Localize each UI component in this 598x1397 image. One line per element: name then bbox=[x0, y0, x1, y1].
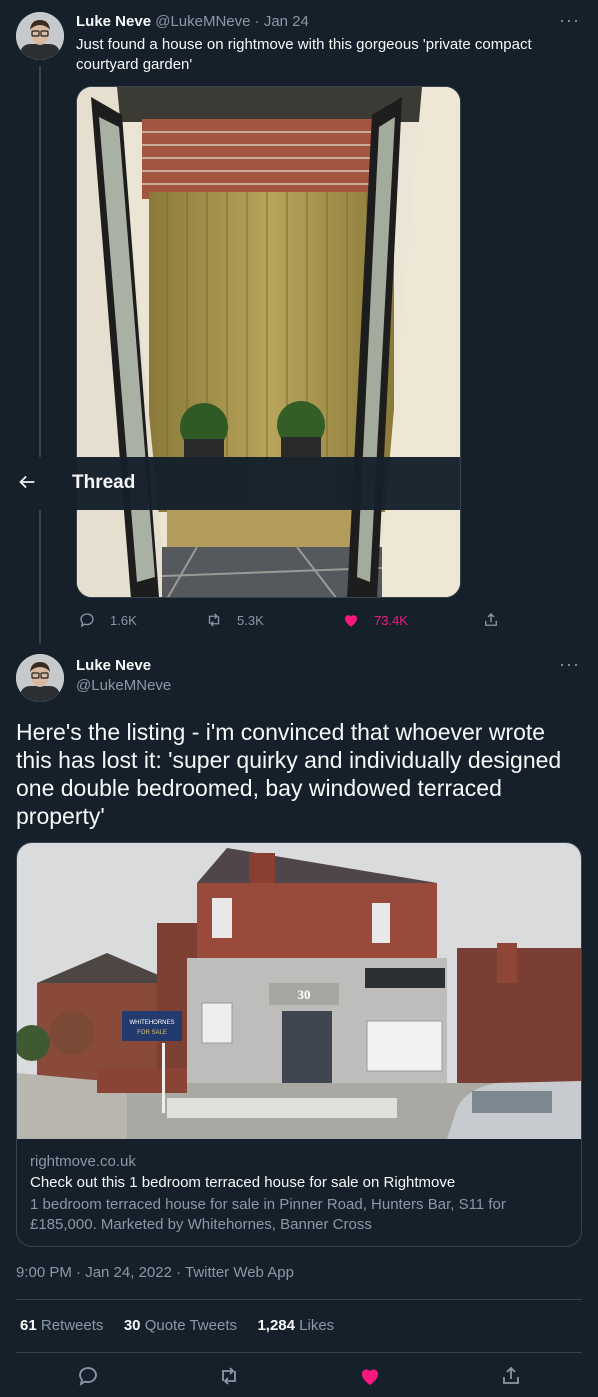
like-button[interactable]: 73.4K bbox=[342, 611, 408, 629]
more-options-icon[interactable]: ··· bbox=[559, 10, 580, 31]
retweet-icon bbox=[222, 1367, 236, 1385]
share-button[interactable] bbox=[499, 1364, 523, 1388]
like-count: 73.4K bbox=[374, 612, 408, 628]
tweet1-photo[interactable] bbox=[76, 86, 461, 598]
reply-button[interactable]: 1.6K bbox=[78, 611, 137, 629]
avatar-portrait-icon bbox=[16, 12, 64, 60]
tweet1-header: Luke Neve @LukeMNeve · Jan 24 bbox=[76, 13, 309, 30]
tweet1-date[interactable]: · Jan 24 bbox=[255, 13, 309, 30]
quote-tweets-count: 30 bbox=[123, 1317, 141, 1334]
retweets-label: Retweets bbox=[40, 1317, 104, 1334]
retweet-button[interactable] bbox=[217, 1364, 241, 1388]
card-description: 1 bedroom terraced house for sale in Pin… bbox=[30, 1196, 506, 1233]
tweet1-display-name[interactable]: Luke Neve bbox=[76, 13, 151, 30]
reply-icon bbox=[79, 1367, 97, 1386]
card-domain: rightmove.co.uk bbox=[30, 1153, 136, 1170]
quote-tweets-stat[interactable]: 30 Quote Tweets bbox=[124, 1317, 237, 1334]
likes-count: 1,284 bbox=[257, 1317, 295, 1334]
tweet2-text: Here's the listing - i'm convinced that … bbox=[16, 719, 562, 829]
house-listing-photo: WHITEHORNES FOR SALE 30 bbox=[17, 843, 581, 1139]
likes-label: Likes bbox=[299, 1317, 335, 1334]
courtyard-garden-photo bbox=[77, 87, 460, 597]
retweets-count: 61 bbox=[20, 1317, 37, 1334]
like-button[interactable] bbox=[358, 1364, 382, 1388]
avatar[interactable] bbox=[16, 654, 64, 702]
more-options-icon[interactable]: ··· bbox=[559, 654, 580, 675]
share-icon bbox=[503, 1366, 519, 1384]
reply-button[interactable] bbox=[76, 1364, 100, 1388]
retweet-count: 5.3K bbox=[237, 612, 264, 628]
tweet2-display-name[interactable]: Luke Neve bbox=[76, 657, 151, 674]
back-arrow-icon[interactable] bbox=[16, 471, 38, 493]
link-card[interactable]: WHITEHORNES FOR SALE 30 rightmove.co.uk … bbox=[16, 842, 582, 1247]
engagement-stats: 61 Retweets 30 Quote Tweets 1,284 Likes bbox=[20, 1317, 350, 1335]
heart-filled-icon bbox=[345, 615, 357, 627]
thread-connector-line bbox=[39, 66, 41, 644]
reply-icon bbox=[80, 613, 94, 628]
card-title: Check out this 1 bedroom terraced house … bbox=[30, 1174, 456, 1191]
likes-stat[interactable]: 1,284 Likes bbox=[257, 1317, 334, 1334]
tweet2-handle[interactable]: @LukeMNeve bbox=[76, 677, 171, 694]
agent-board-text: WHITEHORNES bbox=[130, 1020, 175, 1026]
thread-header-bar: Thread bbox=[0, 457, 460, 510]
heart-filled-icon bbox=[362, 1369, 378, 1385]
avatar-portrait-icon bbox=[16, 654, 64, 702]
divider bbox=[16, 1299, 582, 1300]
share-icon bbox=[485, 613, 497, 626]
retweet-button[interactable]: 5.3K bbox=[205, 611, 264, 629]
reply-count: 1.6K bbox=[110, 612, 137, 628]
tweet-timestamp[interactable]: 9:00 PM · Jan 24, 2022 · Twitter Web App bbox=[16, 1264, 294, 1281]
retweet-icon bbox=[208, 613, 220, 627]
retweets-stat[interactable]: 61 Retweets bbox=[20, 1317, 103, 1334]
page-title: Thread bbox=[72, 472, 136, 493]
divider bbox=[16, 1352, 582, 1353]
quote-tweets-label: Quote Tweets bbox=[144, 1317, 237, 1334]
door-number-text: 30 bbox=[298, 987, 311, 1002]
tweet1-handle[interactable]: @LukeMNeve bbox=[155, 13, 250, 30]
avatar[interactable] bbox=[16, 12, 64, 60]
tweet1-text: Just found a house on rightmove with thi… bbox=[76, 36, 532, 73]
share-button[interactable] bbox=[482, 611, 514, 629]
for-sale-text: FOR SALE bbox=[137, 1030, 167, 1036]
